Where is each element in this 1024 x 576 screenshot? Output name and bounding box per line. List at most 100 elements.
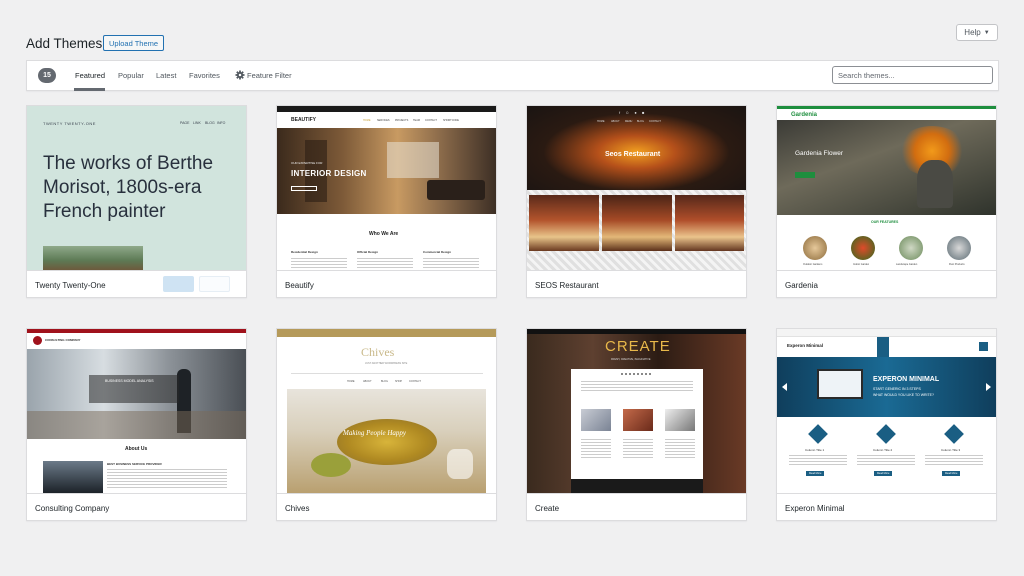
preview-feature-icon	[944, 424, 964, 444]
theme-screenshot[interactable]: f ☺ ● ■ HOME ABOUT MENU BLOG CONTACT Seo…	[527, 106, 746, 270]
feature-filter-button[interactable]: Feature Filter	[247, 71, 292, 80]
preview-nav-item: ABOUT	[611, 120, 620, 123]
theme-card-create[interactable]: CREATE FRESH, CREATIVE, IMAGINATIVE Crea…	[526, 328, 747, 521]
theme-name: Create	[535, 504, 560, 513]
preview-hero-title: EXPERON MINIMAL	[873, 376, 940, 383]
preview-text-lines	[357, 258, 413, 268]
preview-feature-title: Column Title 2	[873, 448, 893, 452]
preview-button[interactable]	[199, 276, 230, 292]
preview-nav-item: SHORTCODE	[443, 119, 459, 122]
preview-nav-item: SERVICES	[377, 119, 390, 122]
search-themes-input[interactable]	[832, 66, 993, 84]
preview-headline-2: Morisot, 1800s-era	[43, 177, 202, 198]
upload-theme-button[interactable]: Upload Theme	[103, 35, 165, 51]
preview-gallery-image	[602, 195, 672, 251]
preview-nav-item: HOME	[597, 120, 605, 123]
theme-name: Twenty Twenty-One	[35, 281, 106, 290]
preview-tagline: FRESH, CREATIVE, IMAGINATIVE	[611, 358, 651, 361]
preview-hero-button	[795, 172, 815, 178]
preview-hero-sub2: WHAT WOULD YOU LIKE TO WRITE?	[873, 393, 934, 397]
preview-gallery-image	[529, 195, 599, 251]
tab-featured[interactable]: Featured	[75, 71, 105, 80]
theme-screenshot[interactable]: Gardenia Gardenia Flower OUR FEATURES Ou…	[777, 106, 996, 270]
page-title: Add Themes	[26, 36, 103, 51]
preview-logo-text: CONSULTING COMPANY	[45, 338, 81, 342]
theme-name: Experon Minimal	[785, 504, 845, 513]
preview-text-lines	[291, 258, 347, 268]
tab-popular[interactable]: Popular	[118, 71, 144, 80]
preview-column-title: Official Design	[357, 250, 379, 254]
preview-column-title: Residential Design	[291, 250, 318, 254]
preview-text-lines	[925, 455, 983, 465]
theme-screenshot[interactable]: Chives JUST ANOTHER WORDPRESS SITE HOME …	[277, 329, 496, 493]
theme-screenshot[interactable]: BEAUTIFY HOME SERVICES PROJECTS TEAM CON…	[277, 106, 496, 270]
preview-nav-active	[877, 337, 889, 357]
preview-nav-item: BLOG	[205, 121, 215, 125]
tab-favorites[interactable]: Favorites	[189, 71, 220, 80]
preview-nav-item: ABOUT	[363, 380, 372, 383]
preview-hero-image	[287, 389, 486, 493]
theme-card-seos-restaurant[interactable]: f ☺ ● ■ HOME ABOUT MENU BLOG CONTACT Seo…	[526, 105, 747, 298]
preview-section-title: About Us	[125, 446, 148, 452]
theme-screenshot[interactable]: CONSULTING COMPANY BUSINESS MODEL ANALYS…	[27, 329, 246, 493]
preview-nav-item: HOME	[363, 119, 371, 122]
preview-feature-label: Pest Products	[949, 263, 965, 266]
preview-read-more-button: Read More	[806, 471, 825, 476]
preview-tagline: JUST ANOTHER WORDPRESS SITE	[365, 362, 408, 365]
preview-column-title: Commercial Design	[423, 250, 452, 254]
preview-nav-item: PROJECTS	[395, 119, 409, 122]
theme-card-twenty-twenty-one[interactable]: TWENTY TWENTY-ONE PAGE LINK BLOG INFO Th…	[26, 105, 247, 298]
preview-topbar	[527, 329, 746, 334]
preview-text-lines	[107, 469, 227, 489]
preview-logo: CREATE	[605, 338, 671, 355]
theme-card-beautify[interactable]: BEAUTIFY HOME SERVICES PROJECTS TEAM CON…	[276, 105, 497, 298]
preview-site-title: TWENTY TWENTY-ONE	[43, 121, 96, 126]
preview-logo-mark	[33, 336, 42, 345]
theme-name-bar: Beautify	[277, 270, 496, 297]
theme-name: Beautify	[285, 281, 314, 290]
preview-hero-image	[527, 106, 746, 190]
theme-name-bar: Experon Minimal	[777, 493, 996, 520]
preview-feature-icon	[876, 424, 896, 444]
preview-hero-title: Seos Restaurant	[605, 151, 661, 158]
caret-down-icon: ▼	[983, 29, 990, 36]
preview-nav-item: LINK	[193, 121, 201, 125]
help-tab-button[interactable]: Help ▼	[956, 24, 998, 41]
tab-latest[interactable]: Latest	[156, 71, 176, 80]
preview-feature-image	[851, 236, 875, 260]
preview-feature-image	[899, 236, 923, 260]
theme-name: SEOS Restaurant	[535, 281, 599, 290]
theme-name-bar: Create	[527, 493, 746, 520]
preview-topbar	[277, 106, 496, 112]
install-button[interactable]	[163, 276, 194, 292]
theme-card-gardenia[interactable]: Gardenia Gardenia Flower OUR FEATURES Ou…	[776, 105, 997, 298]
gear-icon	[235, 70, 245, 80]
preview-nav-item: BLOG	[637, 120, 644, 123]
preview-feature-icon	[808, 424, 828, 444]
preview-hero-button	[291, 186, 317, 191]
preview-topbar	[277, 329, 496, 337]
theme-name-bar: Twenty Twenty-One	[27, 270, 246, 297]
theme-screenshot[interactable]: CREATE FRESH, CREATIVE, IMAGINATIVE	[527, 329, 746, 493]
preview-hero-title: BUSINESS MODEL ANALYSIS	[105, 379, 154, 383]
help-label: Help	[964, 28, 981, 37]
preview-headline-3: French painter	[43, 201, 166, 222]
preview-read-more-button: Read More	[874, 471, 893, 476]
preview-divider	[291, 373, 483, 374]
preview-section-title: OUR FEATURES	[871, 220, 899, 224]
theme-screenshot[interactable]: TWENTY TWENTY-ONE PAGE LINK BLOG INFO Th…	[27, 106, 246, 270]
preview-nav-item: TEAM	[413, 119, 420, 122]
preview-nav-item: CONTACT	[425, 119, 437, 122]
preview-headline-1: The works of Berthe	[43, 153, 214, 174]
preview-topbar	[777, 106, 996, 109]
theme-card-consulting-company[interactable]: CONSULTING COMPANY BUSINESS MODEL ANALYS…	[26, 328, 247, 521]
theme-count-badge: 15	[38, 68, 56, 83]
preview-feature-title: Column Title 1	[805, 448, 825, 452]
theme-card-chives[interactable]: Chives JUST ANOTHER WORDPRESS SITE HOME …	[276, 328, 497, 521]
theme-screenshot[interactable]: Experon Minimal EXPERON MINIMAL START GE…	[777, 329, 996, 493]
preview-subtitle: BEST BUSINESS SERVICE PROVIDER	[107, 462, 162, 466]
theme-name-bar: Gardenia	[777, 270, 996, 297]
theme-name: Chives	[285, 504, 310, 513]
theme-card-experon-minimal[interactable]: Experon Minimal EXPERON MINIMAL START GE…	[776, 328, 997, 521]
social-icons: f ☺ ● ■	[619, 110, 647, 115]
